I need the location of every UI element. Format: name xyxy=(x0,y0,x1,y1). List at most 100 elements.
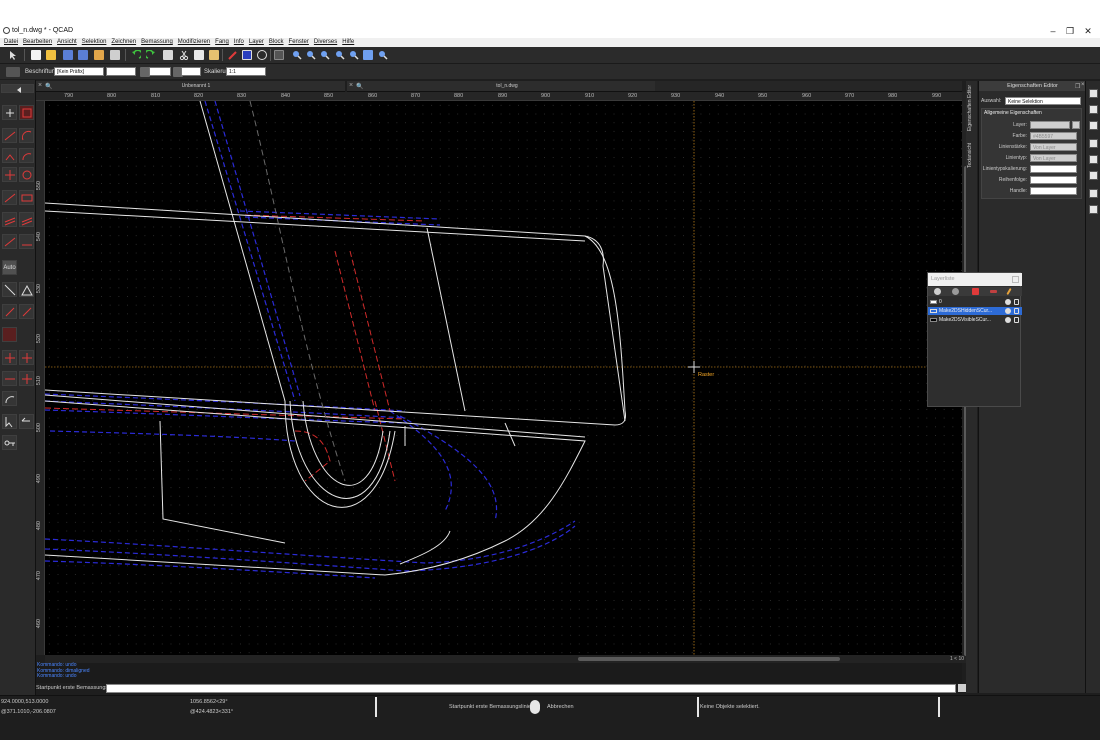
add-layer-icon[interactable] xyxy=(972,288,979,295)
zoom-in-icon[interactable] xyxy=(292,50,302,60)
cut-icon[interactable] xyxy=(179,50,189,61)
scale-select[interactable]: 1:1 xyxy=(226,67,266,76)
lineweight-field[interactable]: Von Layer xyxy=(1030,143,1077,151)
snap-intersection-button[interactable] xyxy=(2,350,17,365)
command-clear-button[interactable] xyxy=(958,684,966,692)
layer-row[interactable]: 0 xyxy=(928,298,1022,306)
dock-icon-2[interactable] xyxy=(1089,105,1098,114)
dock-icon-8[interactable] xyxy=(1089,205,1098,214)
horizontal-scrollbar[interactable] xyxy=(45,655,962,663)
snap-center-button[interactable] xyxy=(19,304,34,319)
tab-close-icon[interactable]: × xyxy=(38,82,42,89)
snap-reference-button[interactable] xyxy=(2,327,17,342)
menu-fang[interactable]: Fang xyxy=(215,38,229,47)
pointer-icon[interactable] xyxy=(8,50,18,60)
toolbox-back-button[interactable] xyxy=(1,84,34,93)
text-input-2[interactable] xyxy=(149,67,171,76)
export-icon[interactable] xyxy=(94,50,104,60)
drawing-canvas[interactable]: Raster xyxy=(45,101,962,655)
snap-distance-button[interactable] xyxy=(2,391,17,406)
dock-icon-1[interactable] xyxy=(1089,89,1098,98)
snap-perpendicular-button[interactable] xyxy=(2,371,17,386)
eye-icon[interactable] xyxy=(1005,308,1011,314)
menu-bemassung[interactable]: Bemassung xyxy=(141,38,173,47)
text-input-1[interactable] xyxy=(106,67,136,76)
eye-icon[interactable] xyxy=(1005,299,1011,305)
zoom-out-icon[interactable] xyxy=(306,50,316,60)
layer-list-icon[interactable] xyxy=(1072,121,1080,129)
key-tool-button[interactable] xyxy=(2,435,17,450)
redo-icon[interactable] xyxy=(144,49,156,60)
menu-fenster[interactable]: Fenster xyxy=(289,38,309,47)
lock-icon[interactable] xyxy=(1014,308,1019,314)
layer-row[interactable]: Make2DSVisibleSCur... xyxy=(928,316,1022,324)
select-deselect-button[interactable] xyxy=(19,414,34,429)
menu-zeichnen[interactable]: Zeichnen xyxy=(111,38,136,47)
grid-icon[interactable] xyxy=(274,50,284,60)
selection-select[interactable]: Keine Selektion xyxy=(1005,97,1081,105)
menu-info[interactable]: Info xyxy=(234,38,244,47)
undo-icon[interactable] xyxy=(131,49,143,60)
open-file-icon[interactable] xyxy=(46,50,56,60)
tool-arc[interactable] xyxy=(2,128,17,143)
vtab-text-view[interactable]: Textansicht xyxy=(967,143,973,168)
lock-icon[interactable] xyxy=(1014,299,1019,305)
tab-unbenannt[interactable]: Unbenannt 1 xyxy=(96,81,296,92)
tool-point[interactable] xyxy=(2,105,17,120)
tool-circle-2[interactable] xyxy=(19,148,34,163)
linetype-field[interactable]: Von Layer xyxy=(1030,154,1077,162)
maximize-button[interactable]: ❐ xyxy=(1063,26,1077,37)
dock-icon-3[interactable] xyxy=(1089,121,1098,130)
remove-layer-icon[interactable] xyxy=(990,290,997,293)
snap-endpoint-button[interactable] xyxy=(2,304,17,319)
text-input-3[interactable] xyxy=(181,67,201,76)
tool-circle-1[interactable] xyxy=(2,148,17,163)
minimize-button[interactable]: – xyxy=(1046,26,1060,36)
save-icon[interactable] xyxy=(63,50,73,60)
close-button[interactable]: ✕ xyxy=(1081,26,1095,37)
edit-layer-icon[interactable] xyxy=(1006,287,1012,296)
tool-arc-2[interactable] xyxy=(19,128,34,143)
tab-close-icon[interactable]: × xyxy=(349,82,353,89)
zoom-previous-icon[interactable] xyxy=(335,50,345,60)
tab-search-icon[interactable]: 🔍 xyxy=(45,83,52,90)
menu-datei[interactable]: Datei xyxy=(4,38,18,47)
tool-spline-2[interactable] xyxy=(19,234,34,249)
tool-hatch-2[interactable] xyxy=(19,212,34,227)
zoom-auto-icon[interactable] xyxy=(320,50,330,60)
dock-float-icon[interactable]: ❐ xyxy=(1075,83,1080,90)
layer-row[interactable]: Make2DSHiddenSCur... xyxy=(928,307,1022,315)
dock-close-icon[interactable]: × xyxy=(1081,82,1085,88)
color-icon[interactable] xyxy=(242,50,252,60)
menu-selektion[interactable]: Selektion xyxy=(82,38,107,47)
color-field[interactable]: #4B5597 xyxy=(1030,132,1077,140)
prefix-select[interactable]: [Kein Präfix] xyxy=(54,67,104,76)
tool-polyline[interactable] xyxy=(2,190,17,205)
menu-layer[interactable]: Layer xyxy=(249,38,264,47)
lock-icon[interactable] xyxy=(1014,317,1019,323)
dimension-tool-icon[interactable] xyxy=(6,67,20,77)
dock-icon-7[interactable] xyxy=(1089,189,1098,198)
dock-icon-6[interactable] xyxy=(1089,171,1098,180)
snap-middle-button[interactable] xyxy=(19,350,34,365)
brush-icon[interactable] xyxy=(163,50,173,60)
snap-free-button[interactable] xyxy=(2,282,17,297)
menu-block[interactable]: Block xyxy=(269,38,284,47)
hide-all-layers-icon[interactable] xyxy=(952,288,959,295)
tool-circle-3[interactable] xyxy=(19,167,34,182)
dock-icon-4[interactable] xyxy=(1089,139,1098,148)
copy-icon[interactable] xyxy=(194,50,204,60)
new-file-icon[interactable] xyxy=(31,50,41,60)
paste-icon[interactable] xyxy=(209,50,219,60)
vtab-property-editor[interactable]: Eigenschaften Editor xyxy=(967,85,973,131)
tool-line[interactable] xyxy=(19,105,34,120)
redraw-icon[interactable] xyxy=(363,50,373,60)
print-icon[interactable] xyxy=(110,50,120,60)
eye-icon[interactable] xyxy=(1005,317,1011,323)
scroll-thumb[interactable] xyxy=(578,657,840,661)
show-all-layers-icon[interactable] xyxy=(934,288,941,295)
tool-rectangle[interactable] xyxy=(19,190,34,205)
tab-search-icon[interactable]: 🔍 xyxy=(356,83,363,90)
menu-ansicht[interactable]: Ansicht xyxy=(57,38,77,47)
command-input[interactable] xyxy=(106,684,956,693)
